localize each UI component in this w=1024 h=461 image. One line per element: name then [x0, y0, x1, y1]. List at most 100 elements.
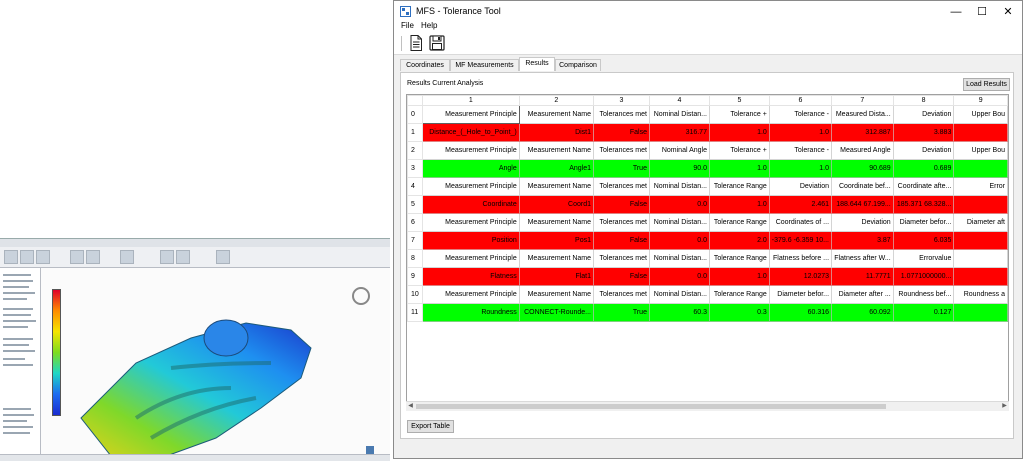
- table-cell[interactable]: Nominal Angle: [648, 141, 710, 160]
- table-cell[interactable]: False: [593, 195, 650, 214]
- table-cell[interactable]: Flatness before ...: [768, 249, 833, 268]
- table-row[interactable]: 7 Position Pos1 False 0.0 2.0 -379.6 -6.359 10…: [407, 231, 1008, 250]
- maximize-button[interactable]: ☐: [968, 3, 996, 21]
- table-cell[interactable]: Tolerance +: [708, 105, 770, 124]
- table-cell[interactable]: Tolerances met: [593, 177, 650, 196]
- table-cell[interactable]: Tolerance -: [768, 105, 833, 124]
- table-cell[interactable]: Deviation: [892, 141, 955, 160]
- tab-mf-measurements[interactable]: MF Measurements: [450, 59, 519, 71]
- table-cell[interactable]: Coordinate afte...: [892, 177, 955, 196]
- table-cell[interactable]: Measurement Principle: [421, 141, 520, 160]
- table-cell[interactable]: Tolerance -: [768, 141, 833, 160]
- table-cell[interactable]: False: [593, 231, 650, 250]
- table-cell[interactable]: 0.689: [892, 159, 955, 178]
- table-row[interactable]: 2 Measurement Principle Measurement Name To…: [407, 141, 1008, 160]
- table-cell[interactable]: 3.87: [831, 231, 894, 250]
- table-cell[interactable]: 60.316: [768, 303, 833, 322]
- menu-help[interactable]: Help: [421, 21, 437, 30]
- table-cell[interactable]: Measurement Name: [518, 213, 595, 232]
- table-cell[interactable]: [953, 249, 1008, 268]
- table-cell[interactable]: Measurement Name: [518, 141, 595, 160]
- table-cell[interactable]: Upper Bou: [953, 105, 1008, 124]
- new-document-icon[interactable]: [407, 34, 425, 52]
- table-row[interactable]: 9 Flatness Flat1 False 0.0 1.0 12.0273 11.7771 1…: [407, 267, 1008, 286]
- cad-3d-viewport[interactable]: [41, 268, 390, 461]
- table-cell[interactable]: Flat1: [518, 267, 595, 286]
- table-cell[interactable]: Dist1: [518, 123, 595, 142]
- table-cell[interactable]: Roundness: [421, 303, 520, 322]
- table-cell[interactable]: Measured Angle: [831, 141, 894, 160]
- table-cell[interactable]: Diameter after ...: [831, 285, 894, 304]
- table-cell[interactable]: Measurement Principle: [421, 249, 520, 268]
- tab-results[interactable]: Results: [519, 57, 555, 71]
- table-cell[interactable]: Upper Bou: [953, 141, 1008, 160]
- table-cell[interactable]: [953, 231, 1008, 250]
- table-cell[interactable]: Roundness a: [953, 285, 1008, 304]
- table-cell[interactable]: Tolerance Range: [708, 285, 770, 304]
- table-cell[interactable]: Measurement Name: [518, 105, 595, 124]
- table-cell[interactable]: 90.0: [648, 159, 710, 178]
- table-cell[interactable]: 185.371 68.328...: [892, 195, 955, 214]
- table-cell[interactable]: [953, 267, 1008, 286]
- table-cell[interactable]: Measurement Principle: [421, 213, 520, 232]
- table-cell[interactable]: Position: [421, 231, 520, 250]
- table-cell[interactable]: Pos1: [518, 231, 595, 250]
- table-cell[interactable]: 0.3: [708, 303, 770, 322]
- table-cell[interactable]: Diameter befor...: [892, 213, 955, 232]
- table-cell[interactable]: -379.6 -6.359 10...: [768, 231, 833, 250]
- table-row[interactable]: 4 Measurement Principle Measurement Name To…: [407, 177, 1008, 196]
- column-header[interactable]: 8: [892, 95, 955, 106]
- table-row[interactable]: 3 Angle Angle1 True 90.0 1.0 1.0 90.689 0.689: [407, 159, 1008, 178]
- table-cell[interactable]: 2.461: [768, 195, 833, 214]
- table-cell[interactable]: CONNECT-Rounde...: [518, 303, 595, 322]
- table-cell[interactable]: 0.0: [648, 231, 710, 250]
- table-row[interactable]: 5 Coordinate Coord1 False 0.0 1.0 2.461 188.644…: [407, 195, 1008, 214]
- scroll-thumb[interactable]: [416, 404, 886, 409]
- table-cell[interactable]: 1.0: [708, 195, 770, 214]
- horizontal-scrollbar[interactable]: ◀ ▶: [406, 401, 1009, 411]
- scroll-left-icon[interactable]: ◀: [406, 402, 415, 411]
- table-cell[interactable]: Measurement Principle: [421, 285, 520, 304]
- table-cell[interactable]: 0.127: [892, 303, 955, 322]
- results-table[interactable]: 123456789 0 Measurement Principle Measurem…: [406, 94, 1009, 410]
- table-cell[interactable]: True: [593, 159, 650, 178]
- table-cell[interactable]: Measurement Name: [518, 177, 595, 196]
- table-cell[interactable]: Roundness bef...: [892, 285, 955, 304]
- table-cell[interactable]: 1.0: [708, 267, 770, 286]
- table-cell[interactable]: 3.883: [892, 123, 955, 142]
- table-cell[interactable]: 2.0: [708, 231, 770, 250]
- table-cell[interactable]: 1.0771000000...: [892, 267, 955, 286]
- table-cell[interactable]: Error: [953, 177, 1008, 196]
- menu-file[interactable]: File: [401, 21, 414, 30]
- table-cell[interactable]: 60.3: [648, 303, 710, 322]
- table-cell[interactable]: Deviation: [892, 105, 955, 124]
- table-cell[interactable]: Coordinates of ...: [768, 213, 833, 232]
- minimize-button[interactable]: —: [942, 3, 970, 21]
- save-icon[interactable]: [428, 34, 446, 52]
- table-cell[interactable]: Nominal Distan...: [648, 249, 710, 268]
- table-cell[interactable]: 6.035: [892, 231, 955, 250]
- column-header[interactable]: 5: [708, 95, 770, 106]
- column-header[interactable]: 9: [953, 95, 1008, 106]
- table-row[interactable]: 1 Distance_(_Hole_to_Point_) Dist1 False 316…: [407, 123, 1008, 142]
- column-header[interactable]: 7: [831, 95, 894, 106]
- table-row[interactable]: 0 Measurement Principle Measurement Name To…: [407, 105, 1008, 124]
- table-cell[interactable]: Tolerances met: [593, 285, 650, 304]
- table-cell[interactable]: Flatness: [421, 267, 520, 286]
- table-cell[interactable]: 11.7771: [831, 267, 894, 286]
- table-cell[interactable]: 90.689: [831, 159, 894, 178]
- table-cell[interactable]: [953, 159, 1008, 178]
- table-cell[interactable]: Distance_(_Hole_to_Point_): [421, 123, 520, 142]
- table-row[interactable]: 6 Measurement Principle Measurement Name To…: [407, 213, 1008, 232]
- table-cell[interactable]: 188.644 67.199...: [831, 195, 894, 214]
- table-row[interactable]: 10 Measurement Principle Measurement Name T…: [407, 285, 1008, 304]
- table-cell[interactable]: Nominal Distan...: [648, 105, 710, 124]
- table-cell[interactable]: Tolerance +: [708, 141, 770, 160]
- table-cell[interactable]: Nominal Distan...: [648, 213, 710, 232]
- table-cell[interactable]: Nominal Distan...: [648, 177, 710, 196]
- table-cell[interactable]: 1.0: [708, 159, 770, 178]
- close-button[interactable]: ✕: [994, 3, 1022, 21]
- table-cell[interactable]: 1.0: [768, 123, 833, 142]
- tab-coordinates[interactable]: Coordinates: [400, 59, 450, 71]
- table-cell[interactable]: Tolerances met: [593, 105, 650, 124]
